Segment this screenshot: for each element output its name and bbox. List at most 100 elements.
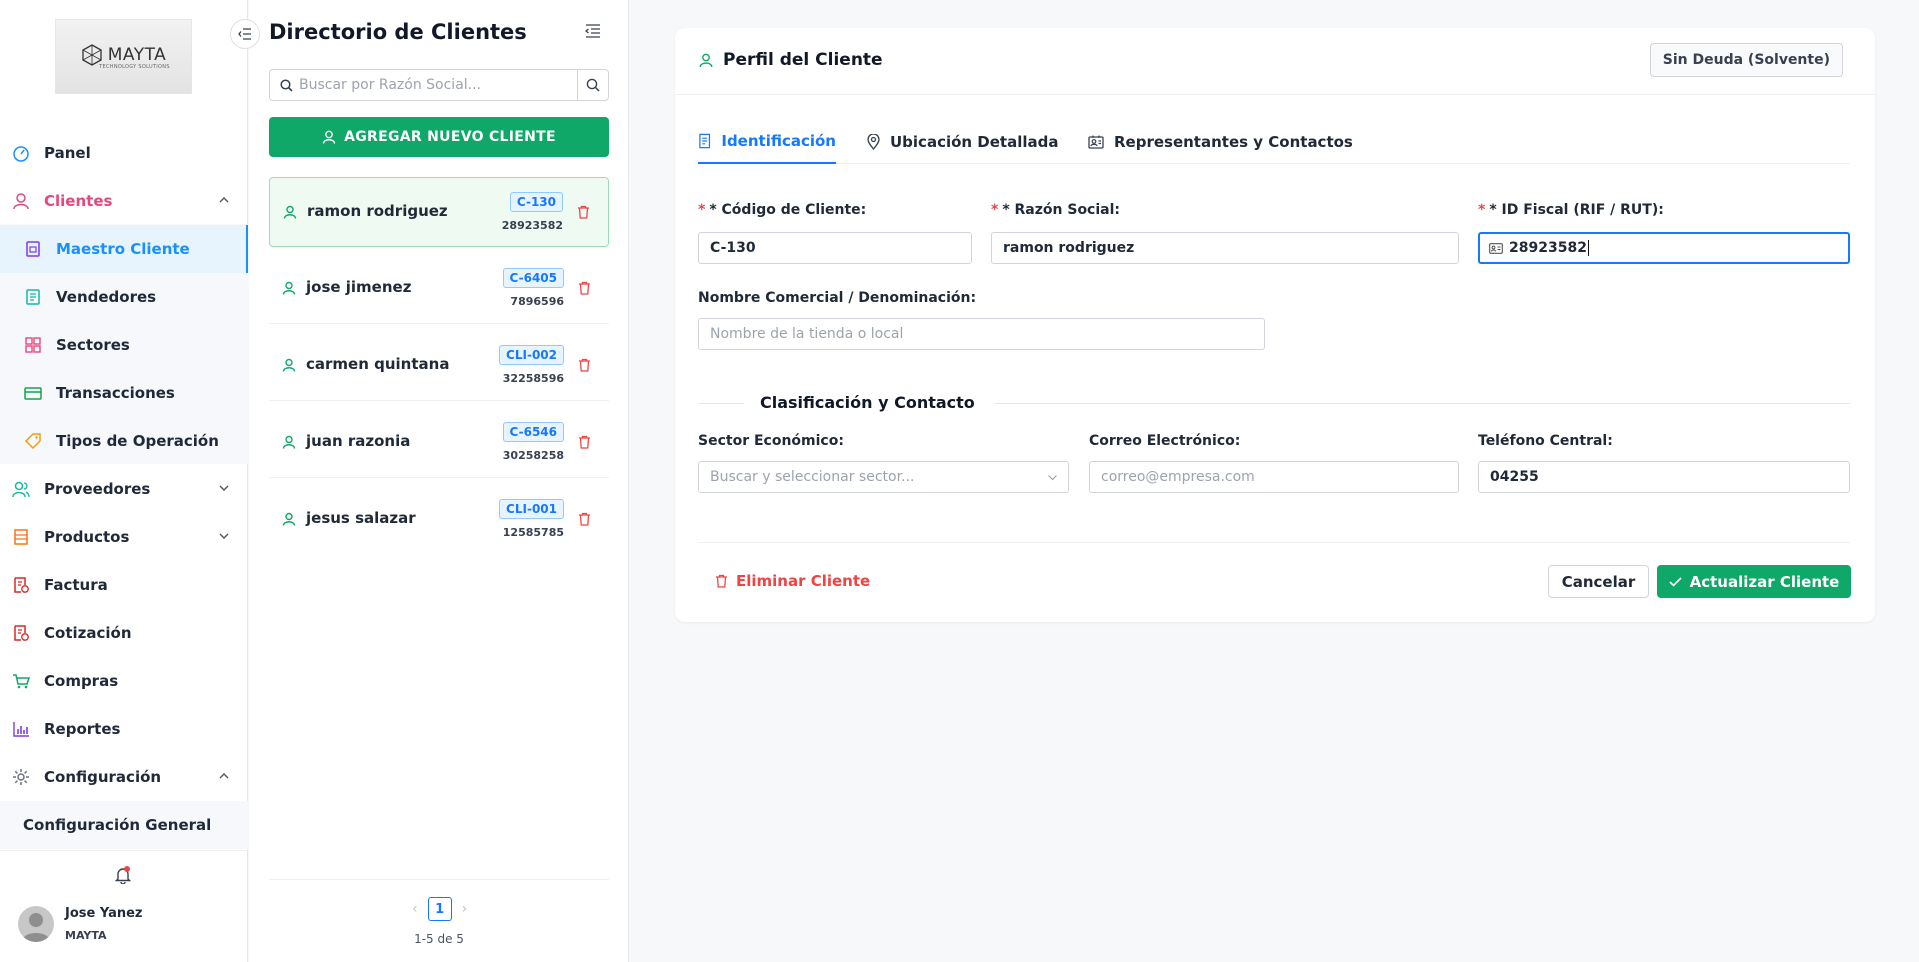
sidebar-item-label: Maestro Cliente	[56, 240, 190, 258]
chevron-up-icon	[219, 773, 229, 779]
tab-label: Identificación	[721, 132, 836, 150]
page-range: 1-5 de 5	[414, 932, 464, 946]
tab-identificacion[interactable]: Identificación	[698, 120, 836, 164]
sidebar-item-tipos-operacion[interactable]: Tipos de Operación	[0, 417, 248, 465]
sidebar-item-maestro-cliente[interactable]: Maestro Cliente	[0, 225, 248, 273]
delete-client-label: Eliminar Cliente	[736, 572, 871, 590]
credit-card-icon	[24, 387, 42, 400]
card-icon	[26, 241, 40, 257]
fiscal-id-input[interactable]: 28923582	[1478, 232, 1850, 264]
card-header: Perfil del Cliente Sin Deuda (Solvente)	[675, 28, 1875, 95]
sidebar-item-reportes[interactable]: Reportes	[0, 705, 248, 753]
client-name: jesus salazar	[306, 509, 416, 527]
nombre-comercial-input[interactable]: Nombre de la tienda o local	[698, 318, 1265, 350]
next-page-button[interactable]: ›	[462, 901, 468, 917]
trash-icon[interactable]	[578, 435, 591, 449]
chevron-down-icon	[219, 533, 229, 539]
sidebar-item-label: Proveedores	[44, 480, 151, 498]
client-code-badge: C-6405	[502, 268, 564, 288]
trash-icon[interactable]	[578, 512, 591, 526]
document-icon	[699, 133, 711, 149]
sidebar-item-label: Configuración	[44, 768, 162, 786]
client-item[interactable]: carmen quintana CLI-002 32258596	[269, 331, 609, 401]
sidebar-item-label: Reportes	[44, 720, 121, 738]
delete-client-button[interactable]: Eliminar Cliente	[715, 572, 870, 590]
directory-menu-button[interactable]	[585, 24, 601, 38]
tab-ubicacion[interactable]: Ubicación Detallada	[867, 120, 1059, 164]
client-name: ramon rodriguez	[307, 202, 448, 220]
sidebar-item-clientes[interactable]: Clientes	[0, 177, 248, 225]
client-code-input[interactable]: C-130	[698, 232, 972, 264]
profile-tabs: Identificación Ubicación Detallada Repre…	[698, 120, 1850, 164]
prev-page-button[interactable]: ‹	[412, 901, 418, 917]
pager: ‹ 1 ›	[412, 897, 467, 921]
sidebar-item-cotizacion[interactable]: Cotización	[0, 609, 248, 657]
text-caret	[1587, 240, 1589, 256]
fiscal-id-label: * * ID Fiscal (RIF / RUT):	[1478, 202, 1664, 218]
box-icon	[14, 529, 28, 545]
menu-fold-icon	[585, 24, 600, 38]
client-item[interactable]: jose jimenez C-6405 7896596	[269, 254, 609, 324]
pagination: ‹ 1 › 1-5 de 5	[269, 879, 609, 946]
phone-field[interactable]: 04255	[1478, 461, 1850, 493]
search-input[interactable]: Buscar por Razón Social...	[270, 70, 577, 100]
sidebar-item-sectores[interactable]: Sectores	[0, 321, 248, 369]
sidebar-item-configuracion-general[interactable]: Configuración General	[0, 801, 248, 849]
sidebar: MAYTA TECHNOLOGY SOLUTIONS Panel Cliente…	[0, 0, 248, 962]
avatar-icon	[22, 913, 50, 942]
sidebar-item-factura[interactable]: Factura	[0, 561, 248, 609]
search-icon	[280, 78, 293, 92]
cancel-button[interactable]: Cancelar	[1548, 565, 1649, 598]
phone-label: Teléfono Central:	[1478, 433, 1613, 449]
document-icon	[26, 289, 40, 305]
sidebar-item-label: Cotización	[44, 624, 132, 642]
logo-icon	[82, 43, 102, 66]
razon-social-input[interactable]: ramon rodriguez	[991, 232, 1459, 264]
client-directory: Directorio de Clientes Buscar por Razón …	[249, 0, 629, 962]
sidebar-item-transacciones[interactable]: Transacciones	[0, 369, 248, 417]
tag-icon	[24, 433, 41, 450]
client-code-badge: CLI-002	[499, 345, 564, 365]
cart-icon	[13, 674, 30, 689]
invoice-icon	[14, 577, 29, 593]
chevron-down-icon	[219, 485, 229, 491]
client-name: jose jimenez	[306, 278, 412, 296]
section-title: Clasificación y Contacto	[760, 393, 975, 412]
sidebar-item-vendedores[interactable]: Vendedores	[0, 273, 248, 321]
tab-representantes[interactable]: Representantes y Contactos	[1088, 120, 1353, 164]
search-placeholder: Buscar por Razón Social...	[299, 77, 482, 93]
card-title: Perfil del Cliente	[699, 50, 883, 70]
notifications-button[interactable]	[115, 866, 131, 884]
sidebar-item-label: Configuración General	[23, 816, 212, 834]
client-item[interactable]: juan razonia C-6546 30258258	[269, 408, 609, 478]
trash-icon[interactable]	[578, 281, 591, 295]
client-item[interactable]: ramon rodriguez C-130 28923582	[269, 177, 609, 247]
sidebar-item-proveedores[interactable]: Proveedores	[0, 465, 248, 513]
client-item[interactable]: jesus salazar CLI-001 12585785	[269, 485, 609, 555]
id-card-icon	[1489, 242, 1503, 254]
email-field[interactable]: correo@empresa.com	[1089, 461, 1459, 493]
search-button[interactable]	[577, 70, 608, 100]
client-code-badge: C-130	[509, 192, 563, 212]
trash-icon[interactable]	[578, 358, 591, 372]
client-fiscal-id: 30258258	[502, 449, 564, 462]
sidebar-item-label: Factura	[44, 576, 108, 594]
client-code-label: * * Código de Cliente:	[698, 202, 867, 218]
status-badge[interactable]: Sin Deuda (Solvente)	[1649, 43, 1843, 77]
brand-logo: MAYTA TECHNOLOGY SOLUTIONS	[55, 19, 192, 94]
update-client-button[interactable]: Actualizar Cliente	[1657, 565, 1851, 598]
sidebar-item-configuracion[interactable]: Configuración	[0, 753, 248, 801]
sidebar-item-compras[interactable]: Compras	[0, 657, 248, 705]
sector-select[interactable]: Buscar y seleccionar sector...	[698, 461, 1069, 493]
page-1-button[interactable]: 1	[427, 897, 452, 921]
sidebar-item-panel[interactable]: Panel	[0, 129, 248, 177]
sidebar-item-label: Clientes	[44, 192, 113, 210]
tab-label: Ubicación Detallada	[890, 133, 1059, 151]
collapse-sidebar-button[interactable]	[230, 19, 260, 49]
user-add-icon	[322, 130, 336, 144]
sidebar-item-productos[interactable]: Productos	[0, 513, 248, 561]
avatar[interactable]	[18, 906, 54, 942]
add-client-button[interactable]: AGREGAR NUEVO CLIENTE	[269, 117, 609, 157]
trash-icon[interactable]	[577, 205, 590, 219]
user-org: MAYTA	[65, 929, 107, 942]
